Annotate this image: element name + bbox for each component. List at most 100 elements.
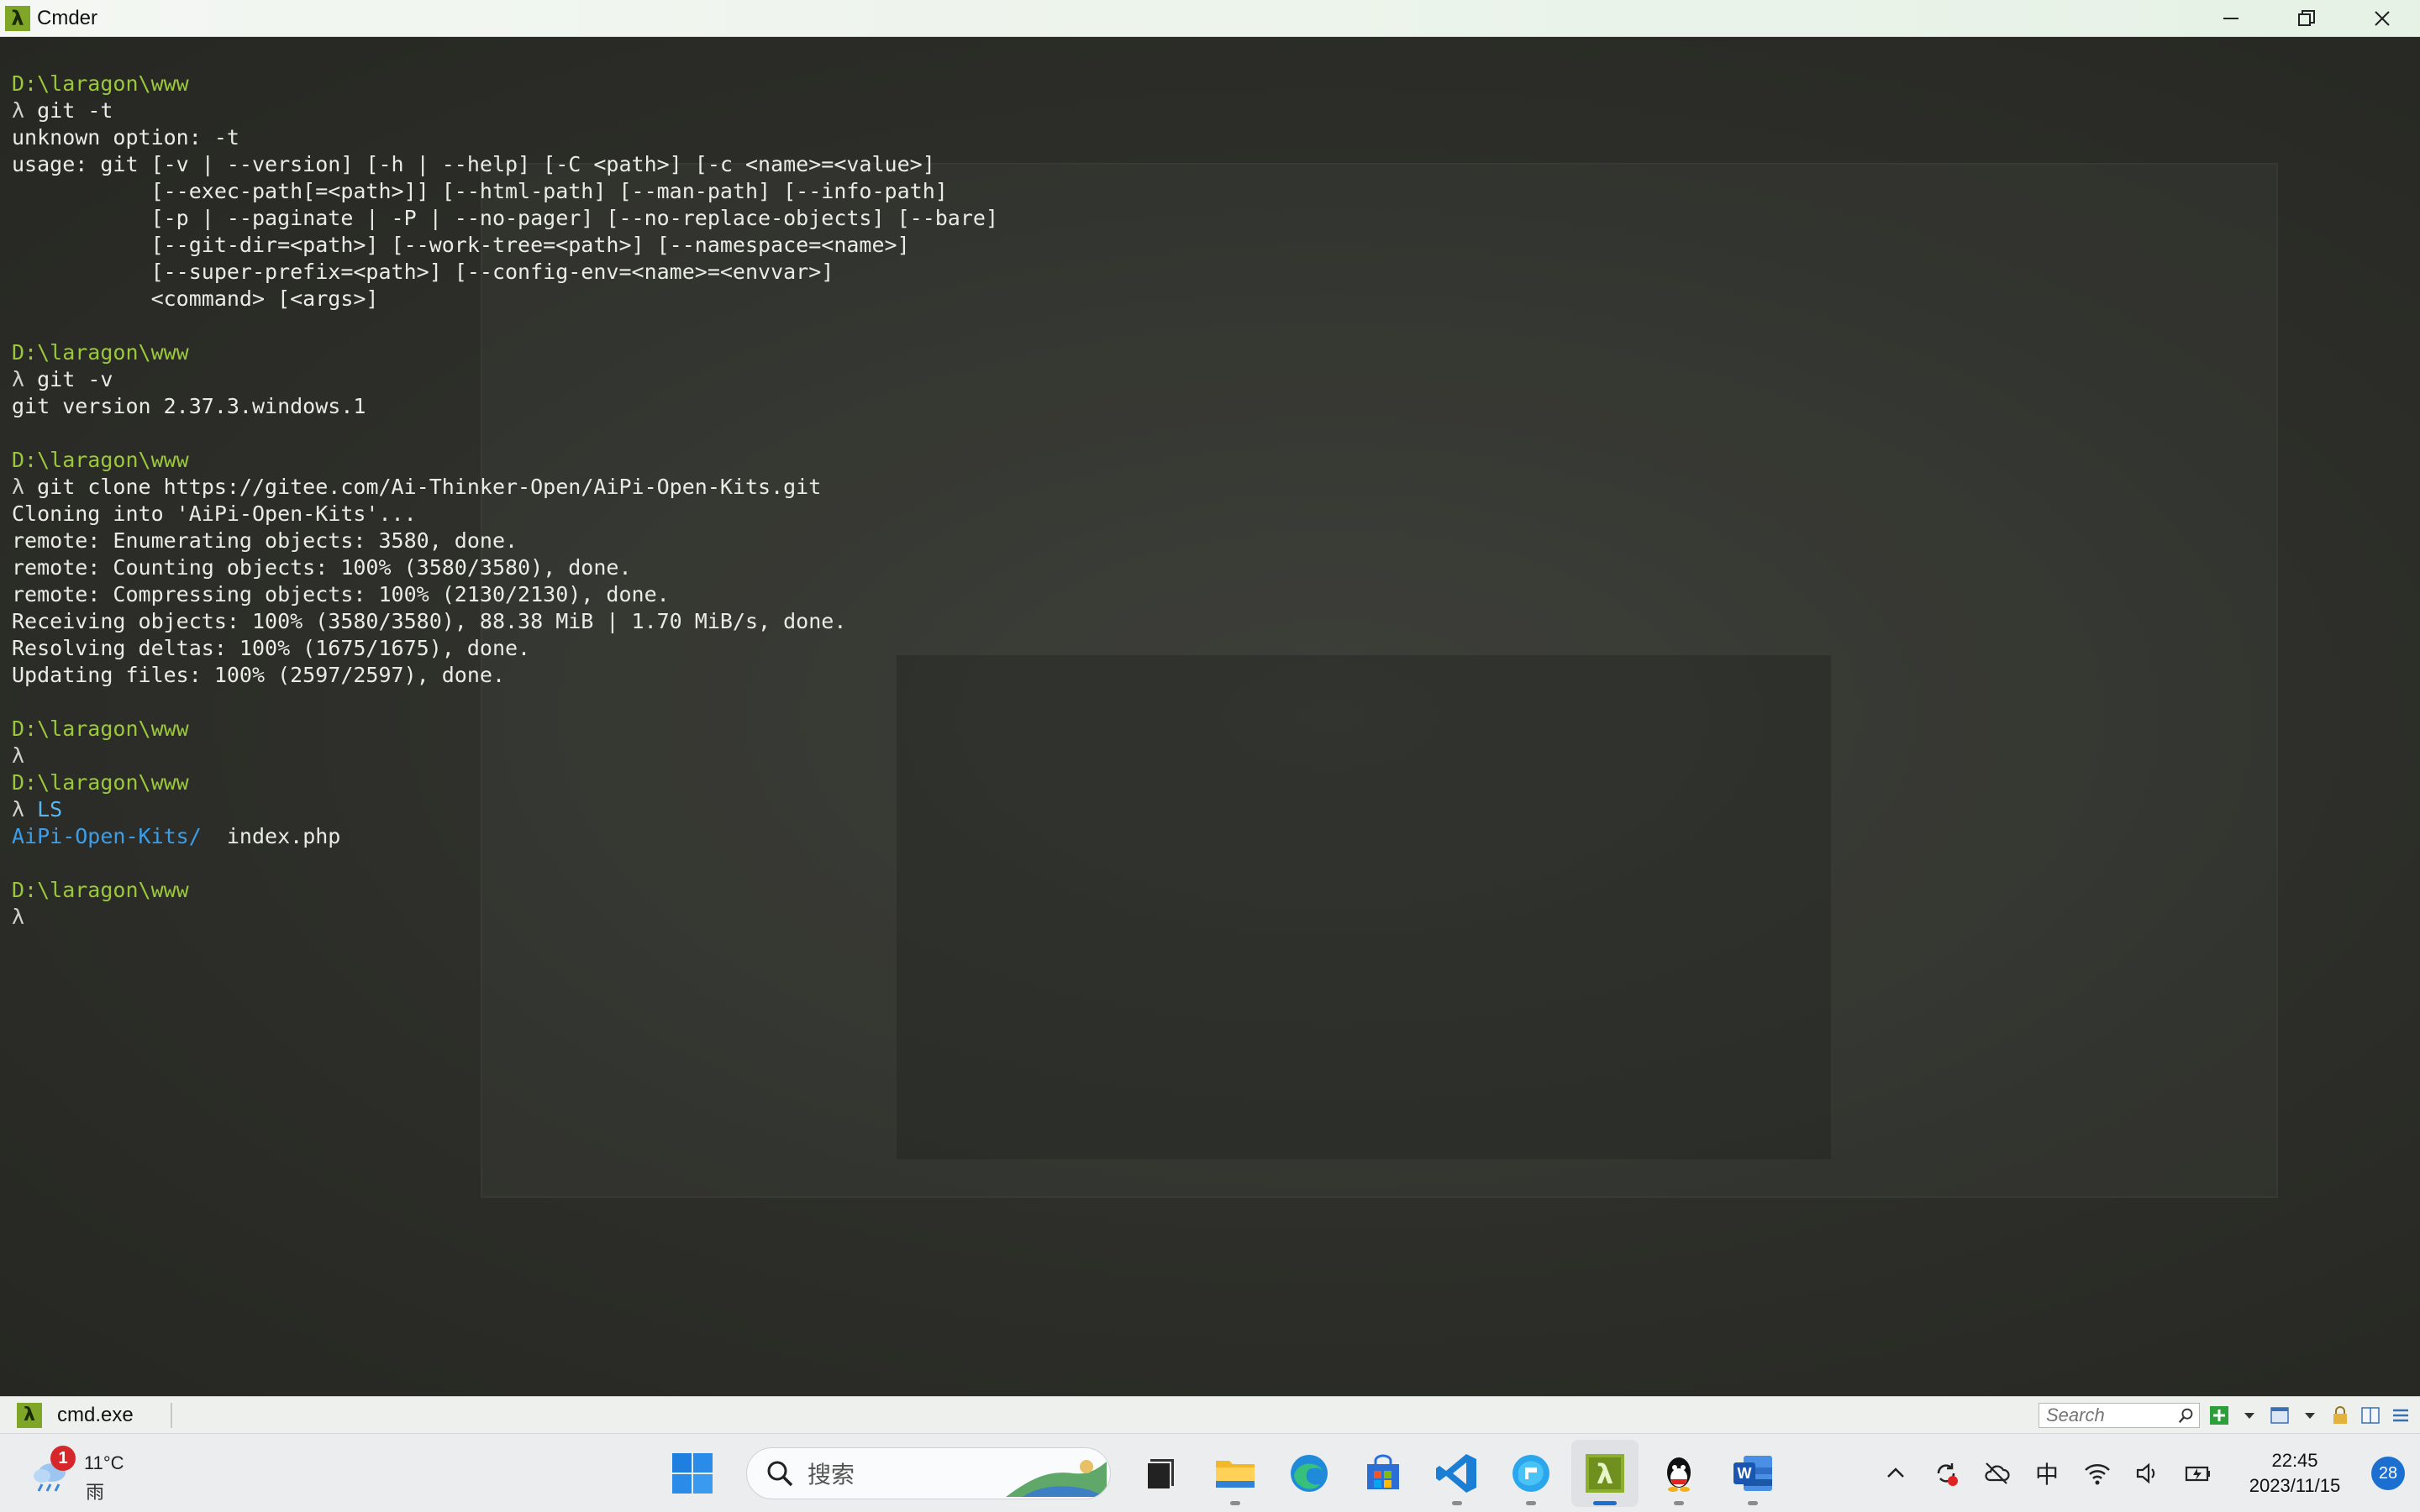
active-indicator — [1593, 1501, 1617, 1505]
prompt-symbol: λ — [12, 98, 38, 123]
close-icon — [2375, 11, 2390, 26]
weather-widget[interactable]: 1 11°C 雨 — [25, 1446, 160, 1504]
terminal-line: AiPi-Open-Kits/ index.php — [12, 823, 998, 850]
taskbar-vscode[interactable] — [1423, 1440, 1491, 1507]
prompt-path: D:\laragon\www — [12, 770, 189, 795]
restore-button[interactable] — [2269, 0, 2344, 37]
chevron-down-icon — [2244, 1413, 2254, 1419]
running-indicator — [1452, 1501, 1462, 1505]
system-tray: 中 22:45 2023/11/15 28 — [1870, 1434, 2420, 1512]
terminal-text: [--super-prefix=<path>] [--config-env=<n… — [12, 260, 834, 284]
notification-center-badge[interactable]: 28 — [2371, 1457, 2405, 1490]
terminal-text: Resolving deltas: 100% (1675/1675), done… — [12, 636, 531, 660]
terminal-text: git -v — [37, 367, 113, 391]
terminal-line: D:\laragon\www — [12, 716, 998, 743]
console-search-input[interactable] — [2044, 1404, 2174, 1427]
speaker-icon — [2136, 1462, 2155, 1484]
weather-temperature: 11°C — [84, 1452, 124, 1473]
battery-charging-icon — [2185, 1466, 2210, 1482]
terminal-text: AiPi-Open-Kits/ — [12, 824, 202, 848]
prompt-path: D:\laragon\www — [12, 878, 189, 902]
battery-button[interactable] — [2173, 1448, 2223, 1499]
terminal-line: D:\laragon\www — [12, 877, 998, 904]
terminal-line: D:\laragon\www — [12, 339, 998, 366]
weather-alert-badge: 1 — [50, 1446, 76, 1471]
prompt-path: D:\laragon\www — [12, 340, 189, 365]
terminal-text: usage: git [-v | --version] [-h | --help… — [12, 152, 935, 176]
taskbar-edge[interactable] — [1276, 1440, 1343, 1507]
window-title: Cmder — [37, 6, 98, 29]
prompt-symbol: λ — [12, 743, 25, 768]
terminal-text: Receiving objects: 100% (3580/3580), 88.… — [12, 609, 847, 633]
new-console-button[interactable] — [2208, 1404, 2230, 1426]
terminal-line: remote: Counting objects: 100% (3580/358… — [12, 554, 998, 581]
terminal-line: [--super-prefix=<path>] [--config-env=<n… — [12, 259, 998, 286]
store-icon — [1367, 1454, 1399, 1489]
volume-button[interactable] — [2123, 1448, 2173, 1499]
terminal-text: LS — [37, 797, 63, 822]
running-indicator — [1526, 1501, 1536, 1505]
network-button[interactable] — [2072, 1448, 2123, 1499]
terminal-line: remote: Compressing objects: 100% (2130/… — [12, 581, 998, 608]
terminal-line: λ — [12, 743, 998, 769]
prompt-symbol: λ — [12, 367, 38, 391]
console-tab-label[interactable]: cmd.exe — [57, 1404, 134, 1427]
taskbar-store[interactable] — [1349, 1440, 1417, 1507]
prompt-path: D:\laragon\www — [12, 71, 189, 96]
new-console-dropdown[interactable] — [2238, 1404, 2260, 1426]
terminal-line: [-p | --paginate | -P | --no-pager] [--n… — [12, 205, 998, 232]
taskbar-task-view[interactable] — [1128, 1440, 1195, 1507]
terminal-line: unknown option: -t — [12, 124, 998, 151]
show-hidden-icons-button[interactable] — [1870, 1448, 1921, 1499]
terminal-line: Cloning into 'AiPi-Open-Kits'... — [12, 501, 998, 528]
minimize-button[interactable] — [2193, 0, 2269, 37]
console-search-box[interactable] — [2039, 1403, 2200, 1428]
terminal-text: git clone https://gitee.com/Ai-Thinker-O… — [37, 475, 822, 499]
svg-text:W: W — [1738, 1465, 1752, 1482]
input-method-indicator[interactable]: 中 — [2022, 1457, 2072, 1490]
lock-button[interactable] — [2329, 1404, 2351, 1426]
taskbar-browser[interactable] — [1497, 1440, 1565, 1507]
terminal-text: git version 2.37.3.windows.1 — [12, 394, 366, 418]
prompt-symbol: λ — [12, 797, 38, 822]
cmder-icon: λ — [1586, 1454, 1624, 1493]
tab-divider — [170, 1402, 172, 1428]
taskbar-file-explorer[interactable] — [1202, 1440, 1269, 1507]
console-list-dropdown[interactable] — [2299, 1404, 2321, 1426]
word-icon: W — [1733, 1456, 1772, 1491]
terminal-line: λ LS — [12, 796, 998, 823]
taskbar-cmder[interactable]: λ — [1571, 1440, 1639, 1507]
terminal-line: D:\laragon\www — [12, 71, 998, 97]
split-view-button[interactable] — [2360, 1404, 2381, 1426]
console-list-button[interactable] — [2269, 1404, 2291, 1426]
minimize-icon — [2223, 18, 2238, 19]
terminal-output: D:\laragon\www λ git -t unknown option: -t… — [12, 71, 998, 931]
console-tab-icon[interactable]: λ — [17, 1402, 42, 1428]
statusbar-tools — [2039, 1397, 2412, 1434]
window-titlebar[interactable]: λ Cmder — [0, 0, 2420, 37]
taskbar-search-box[interactable]: 搜索 — [746, 1447, 1111, 1499]
taskbar-qq[interactable] — [1645, 1440, 1712, 1507]
browser-icon — [1512, 1455, 1549, 1492]
terminal-line: [--git-dir=<path>] [--work-tree=<path>] … — [12, 232, 998, 259]
start-button[interactable] — [659, 1440, 726, 1507]
terminal-line: Receiving objects: 100% (3580/3580), 88.… — [12, 608, 998, 635]
taskbar-apps: 搜索 λ W — [655, 1434, 1790, 1512]
terminal-text: <command> [<args>] — [12, 286, 379, 311]
vscode-icon — [1436, 1454, 1476, 1493]
cmder-statusbar: λ cmd.exe — [0, 1396, 2420, 1433]
svg-text:λ: λ — [1597, 1458, 1613, 1490]
terminal-text: [--exec-path[=<path>]] [--html-path] [--… — [12, 179, 948, 203]
search-icon[interactable] — [2177, 1406, 2196, 1425]
terminal-console[interactable]: D:\laragon\www λ git -t unknown option: -t… — [0, 37, 2420, 1396]
sync-status-button[interactable] — [1921, 1448, 1971, 1499]
taskbar-clock[interactable]: 22:45 2023/11/15 — [2223, 1448, 2366, 1499]
close-button[interactable] — [2344, 0, 2420, 37]
settings-menu-button[interactable] — [2390, 1404, 2412, 1426]
taskbar-word[interactable]: W — [1719, 1440, 1786, 1507]
running-indicator — [1674, 1501, 1684, 1505]
terminal-line: D:\laragon\www — [12, 447, 998, 474]
prompt-path: D:\laragon\www — [12, 448, 189, 472]
onedrive-button[interactable] — [1971, 1448, 2022, 1499]
restore-icon — [2298, 10, 2315, 26]
